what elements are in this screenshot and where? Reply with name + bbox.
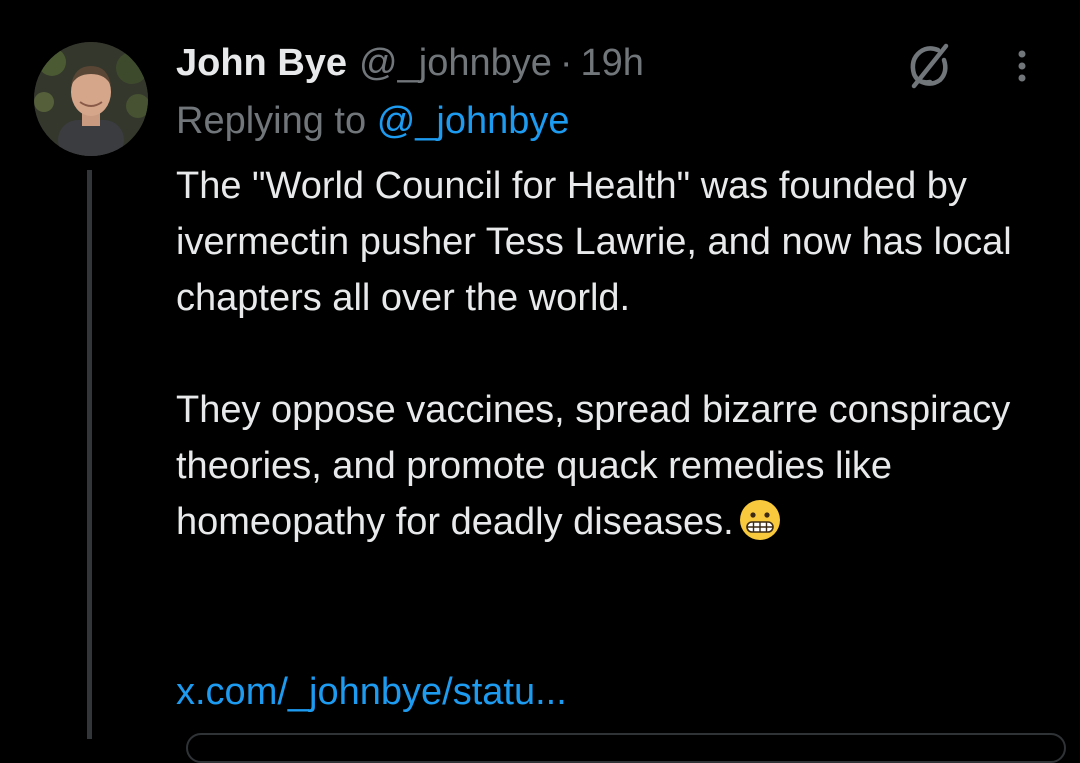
tweet-paragraph-2-text: They oppose vaccines, spread bizarre con… (176, 389, 1011, 543)
separator-dot: · (559, 42, 573, 84)
tweet-text: The "World Council for Health" was found… (176, 158, 1056, 550)
tweet-header: John Bye @_johnbye · 19h (176, 38, 644, 88)
more-vertical-icon[interactable] (1002, 44, 1042, 88)
user-handle[interactable]: @_johnbye (359, 38, 552, 88)
grok-icon[interactable] (902, 40, 954, 92)
display-name[interactable]: John Bye (176, 38, 347, 88)
avatar[interactable] (34, 42, 148, 156)
tweet-paragraph-2: They oppose vaccines, spread bizarre con… (176, 382, 1056, 550)
grimacing-face-emoji-icon (739, 500, 780, 540)
thread-line (87, 170, 92, 739)
replying-to: Replying to @_johnbye (176, 96, 570, 146)
tweet[interactable]: John Bye @_johnbye · 19h Replying to @_j… (0, 0, 1080, 763)
quoted-card-edge[interactable] (186, 733, 1066, 763)
tweet-link[interactable]: x.com/_johnbye/statu... (176, 664, 567, 720)
timestamp[interactable]: 19h (581, 38, 644, 88)
tweet-paragraph-1: The "World Council for Health" was found… (176, 165, 1012, 319)
reply-prefix: Replying to (176, 100, 367, 142)
avatar-image (34, 42, 148, 156)
reply-handle-link[interactable]: @_johnbye (377, 100, 570, 142)
